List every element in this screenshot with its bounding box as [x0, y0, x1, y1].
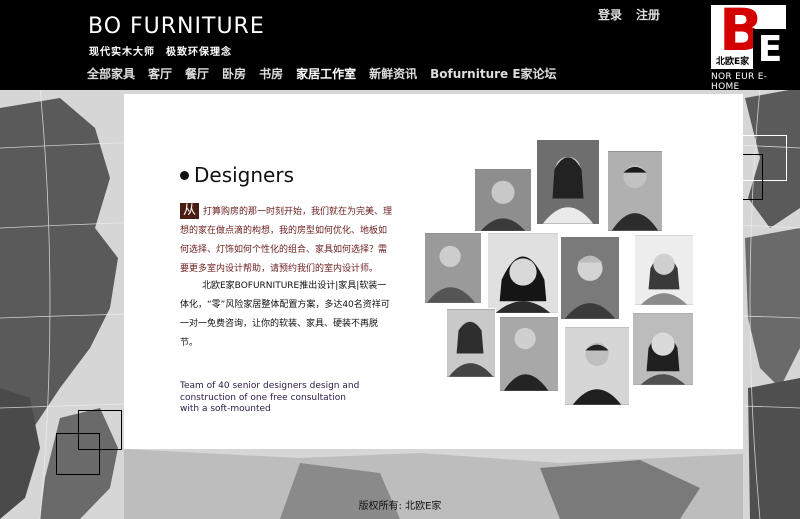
- designer-photo[interactable]: [560, 236, 620, 320]
- logo-letter-e: E: [753, 29, 787, 71]
- brand-name[interactable]: BO FURNITURE: [88, 14, 265, 39]
- nav-item-bedroom[interactable]: 卧房: [222, 65, 246, 85]
- designer-photo[interactable]: [607, 150, 663, 232]
- nav-item-living-room[interactable]: 客厅: [148, 65, 172, 85]
- service-text: 北欧E家BOFURNITURE推出设计|家具|软装一体化，“零”风险家居整体配置…: [180, 281, 390, 348]
- dropcap: 从: [180, 203, 200, 219]
- brand-logo[interactable]: B E 北欧E家: [711, 1, 787, 71]
- section-title-text: Designers: [194, 163, 294, 187]
- designer-photo[interactable]: [446, 308, 496, 378]
- nav-item-forum[interactable]: Bofurniture E家论坛: [430, 65, 556, 85]
- designers-card: Designers 从打算购房的那一时刻开始，我们就在为完美、理想的家在做点滴的…: [124, 94, 743, 449]
- nav-item-all-furniture[interactable]: 全部家具: [87, 65, 135, 85]
- auth-links: 登录 注册: [598, 6, 660, 23]
- register-link[interactable]: 注册: [636, 6, 660, 23]
- designer-photo[interactable]: [424, 232, 482, 304]
- designer-photo[interactable]: [474, 168, 532, 232]
- site-header: BO FURNITURE 现代实木大师 极致环保理念 全部家具 客厅 餐厅 卧房…: [0, 0, 800, 92]
- english-caption: Team of 40 senior designers design and c…: [180, 381, 360, 414]
- designer-photo[interactable]: [499, 316, 559, 392]
- nav-item-dining-room[interactable]: 餐厅: [185, 65, 209, 85]
- nav-item-studio[interactable]: 家居工作室: [296, 65, 356, 85]
- decor-square: [56, 433, 100, 475]
- designer-photo[interactable]: [536, 139, 600, 225]
- designer-photo[interactable]: [564, 326, 630, 406]
- section-title: Designers: [180, 163, 294, 187]
- logo-subtitle: NOR EUR E-HOME: [711, 72, 768, 92]
- login-link[interactable]: 登录: [598, 6, 622, 23]
- service-paragraph: 北欧E家BOFURNITURE推出设计|家具|软装一体化，“零”风险家居整体配置…: [180, 277, 394, 353]
- nav-item-news[interactable]: 新鲜资讯: [369, 65, 417, 85]
- designer-photo[interactable]: [487, 232, 559, 314]
- designer-photo[interactable]: [632, 312, 694, 386]
- bullet-icon: [180, 170, 189, 180]
- copyright-text: 版权所有: 北欧E家: [358, 501, 442, 512]
- designer-photo[interactable]: [634, 234, 694, 306]
- nav-item-study[interactable]: 书房: [259, 65, 283, 85]
- brand-tagline: 现代实木大师 极致环保理念: [89, 47, 232, 58]
- main-nav: 全部家具 客厅 餐厅 卧房 书房 家居工作室 新鲜资讯 Bofurniture …: [87, 65, 570, 85]
- intro-text: 打算购房的那一时刻开始，我们就在为完美、理想的家在做点滴的构想，我的房型如何优化…: [180, 207, 393, 274]
- logo-chinese-name: 北欧E家: [716, 57, 750, 67]
- intro-paragraph: 从打算购房的那一时刻开始，我们就在为完美、理想的家在做点滴的构想，我的房型如何优…: [180, 203, 394, 279]
